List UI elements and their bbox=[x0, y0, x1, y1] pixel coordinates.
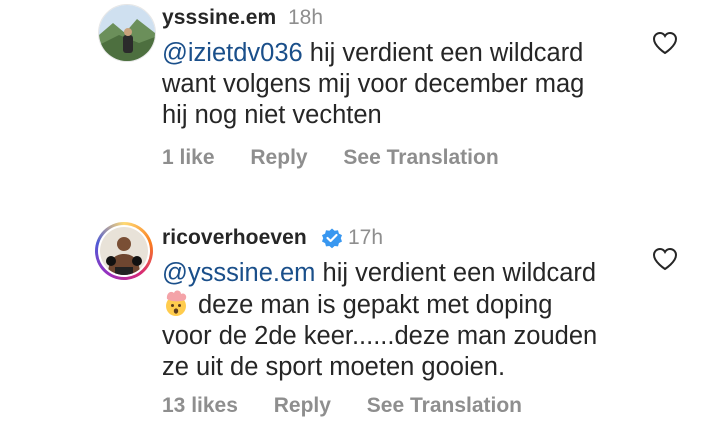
mention-link[interactable]: @izietdv036 bbox=[162, 39, 303, 67]
comment-line: hij nog niet vechten bbox=[162, 101, 382, 129]
avatar-inner bbox=[98, 225, 150, 277]
likes-count[interactable]: 13 likes bbox=[162, 394, 238, 418]
comment-text: @ysssine.em hij verdient een wildcard de… bbox=[162, 258, 632, 383]
verified-badge-icon bbox=[322, 228, 342, 249]
see-translation-button[interactable]: See Translation bbox=[343, 146, 498, 170]
landscape-avatar-icon bbox=[99, 5, 155, 61]
username[interactable]: ysssine.em bbox=[162, 6, 276, 30]
mention-link[interactable]: @ysssine.em bbox=[162, 259, 315, 287]
timestamp: 18h bbox=[288, 6, 324, 29]
comment-line: hij verdient een wildcard bbox=[315, 259, 597, 287]
comment-line: deze man is gepakt met doping bbox=[198, 291, 553, 319]
username[interactable]: ricoverhoeven bbox=[162, 226, 307, 250]
exploding-head-emoji-icon bbox=[166, 290, 187, 316]
reply-button[interactable]: Reply bbox=[274, 394, 331, 418]
comment-line: voor de 2de keer......deze man zouden bbox=[162, 322, 598, 350]
avatar-ricoverhoeven[interactable] bbox=[95, 222, 153, 280]
heart-outline-icon[interactable] bbox=[652, 31, 678, 55]
reply-button[interactable]: Reply bbox=[250, 146, 307, 170]
comment-line: ze uit de sport moeten gooien. bbox=[162, 353, 506, 381]
comment-line: want volgens mij voor december mag bbox=[162, 70, 585, 98]
timestamp: 17h bbox=[348, 226, 384, 249]
comment-line: hij verdient een wildcard bbox=[302, 39, 584, 67]
boxer-avatar-icon bbox=[100, 227, 148, 275]
see-translation-button[interactable]: See Translation bbox=[367, 394, 522, 418]
comment-actions: 13 likes Reply See Translation bbox=[162, 394, 522, 418]
heart-outline-icon[interactable] bbox=[652, 247, 678, 271]
likes-count[interactable]: 1 like bbox=[162, 146, 215, 170]
comment-text: @izietdv036 hij verdient een wildcard wa… bbox=[162, 38, 632, 131]
avatar-ysssine[interactable] bbox=[98, 4, 156, 62]
comment-actions: 1 like Reply See Translation bbox=[162, 146, 499, 170]
